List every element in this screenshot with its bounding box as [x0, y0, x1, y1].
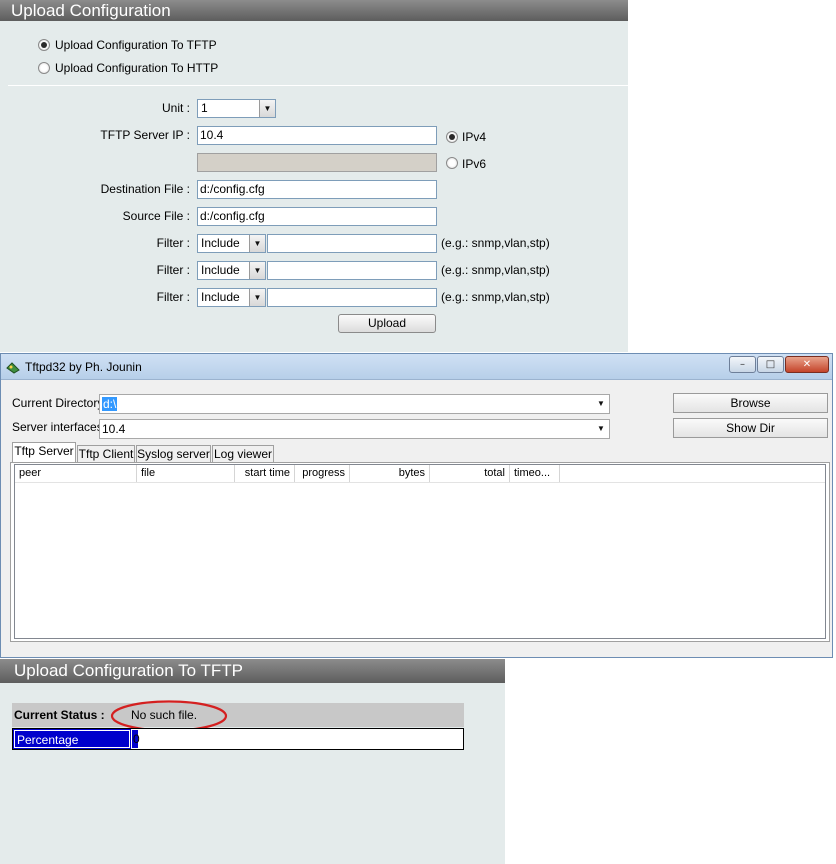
browse-button[interactable]: Browse	[673, 393, 828, 413]
upload-status-title: Upload Configuration To TFTP	[0, 659, 505, 683]
ipv4-radio[interactable]	[446, 131, 458, 143]
server-interfaces-label: Server interfaces	[12, 420, 103, 434]
tab-log-viewer[interactable]: Log viewer	[212, 445, 274, 462]
header-divider	[15, 482, 825, 483]
upload-button[interactable]: Upload	[338, 314, 436, 333]
destination-file-label: Destination File :	[100, 182, 190, 196]
filter-hint: (e.g.: snmp,vlan,stp)	[441, 236, 550, 250]
percentage-label: Percentage	[13, 729, 131, 749]
chevron-down-icon[interactable]: ▼	[249, 262, 265, 279]
http-option-label: Upload Configuration To HTTP	[55, 61, 219, 75]
source-file-label: Source File :	[122, 209, 190, 223]
transfers-list[interactable]: peer file start time progress bytes tota…	[14, 464, 826, 639]
filter-label: Filter :	[156, 263, 190, 277]
column-header-progress[interactable]: progress	[295, 465, 350, 482]
filter-mode-value: Include	[201, 290, 240, 304]
percentage-row: Percentage 0	[12, 728, 464, 750]
ipv6-address-input[interactable]	[197, 153, 437, 172]
ipv4-label: IPv4	[462, 130, 487, 144]
tftp-server-ip-input[interactable]: 10.4	[197, 126, 437, 145]
filter-input[interactable]	[267, 234, 437, 253]
tftpd32-window: Tftpd32 by Ph. Jounin – □ ✕ Current Dire…	[0, 353, 833, 658]
chevron-down-icon[interactable]: ▼	[249, 235, 265, 252]
filter-mode-select[interactable]: Include ▼	[197, 261, 266, 280]
tab-panel: peer file start time progress bytes tota…	[10, 462, 830, 642]
filter-label: Filter :	[156, 290, 190, 304]
status-row: Current Status : No such file.	[12, 703, 464, 727]
show-dir-button[interactable]: Show Dir	[673, 418, 828, 438]
chevron-down-icon[interactable]: ▼	[259, 100, 275, 117]
tab-syslog-server[interactable]: Syslog server	[136, 445, 211, 462]
server-interfaces-combo[interactable]: 10.4 ▼	[99, 419, 610, 439]
current-directory-label: Current Directory	[12, 396, 104, 410]
upload-configuration-panel: Upload Configuration Upload Configuratio…	[0, 0, 628, 352]
filter-hint: (e.g.: snmp,vlan,stp)	[441, 290, 550, 304]
filter-input[interactable]	[267, 288, 437, 307]
current-directory-value: d:\	[102, 397, 118, 411]
window-title-bar[interactable]: Tftpd32 by Ph. Jounin – □ ✕	[1, 354, 832, 380]
filter-label: Filter :	[156, 236, 190, 250]
column-header-timeout[interactable]: timeo...	[510, 465, 560, 482]
filter-mode-value: Include	[201, 236, 240, 250]
filter-hint: (e.g.: snmp,vlan,stp)	[441, 263, 550, 277]
filter-mode-select[interactable]: Include ▼	[197, 288, 266, 307]
tftp-server-ip-label: TFTP Server IP :	[100, 128, 190, 142]
minimize-icon[interactable]: –	[729, 356, 756, 373]
tftp-option-label: Upload Configuration To TFTP	[55, 38, 217, 52]
column-header-peer[interactable]: peer	[15, 465, 137, 482]
close-icon[interactable]: ✕	[785, 356, 829, 373]
ipv6-radio[interactable]	[446, 157, 458, 169]
chevron-down-icon[interactable]: ▼	[593, 420, 609, 438]
filter-input[interactable]	[267, 261, 437, 280]
filter-mode-select[interactable]: Include ▼	[197, 234, 266, 253]
percentage-value: 0	[133, 732, 140, 746]
unit-label: Unit :	[161, 101, 190, 115]
upload-configuration-title: Upload Configuration	[0, 0, 628, 21]
filter-mode-value: Include	[201, 263, 240, 277]
chevron-down-icon[interactable]: ▼	[249, 289, 265, 306]
destination-file-input[interactable]: d:/config.cfg	[197, 180, 437, 199]
current-status-label: Current Status :	[14, 708, 105, 722]
tftpd-app-icon	[5, 359, 21, 375]
column-header-bytes[interactable]: bytes	[350, 465, 430, 482]
tftp-radio[interactable]	[38, 39, 50, 51]
tab-tftp-server[interactable]: Tftp Server	[12, 442, 76, 462]
window-title: Tftpd32 by Ph. Jounin	[25, 360, 142, 374]
maximize-icon[interactable]: □	[757, 356, 784, 373]
current-directory-combo[interactable]: d:\ ▼	[99, 394, 610, 414]
http-radio[interactable]	[38, 62, 50, 74]
unit-select[interactable]: 1 ▼	[197, 99, 276, 118]
upload-status-panel: Upload Configuration To TFTP Current Sta…	[0, 659, 505, 864]
column-header-file[interactable]: file	[137, 465, 235, 482]
server-interfaces-value: 10.4	[102, 422, 126, 436]
source-file-input[interactable]: d:/config.cfg	[197, 207, 437, 226]
unit-value: 1	[201, 101, 208, 115]
divider	[8, 85, 628, 86]
ipv6-label: IPv6	[462, 157, 487, 171]
column-header-total[interactable]: total	[430, 465, 510, 482]
tab-tftp-client[interactable]: Tftp Client	[77, 445, 135, 462]
column-header-start-time[interactable]: start time	[235, 465, 295, 482]
chevron-down-icon[interactable]: ▼	[593, 395, 609, 413]
